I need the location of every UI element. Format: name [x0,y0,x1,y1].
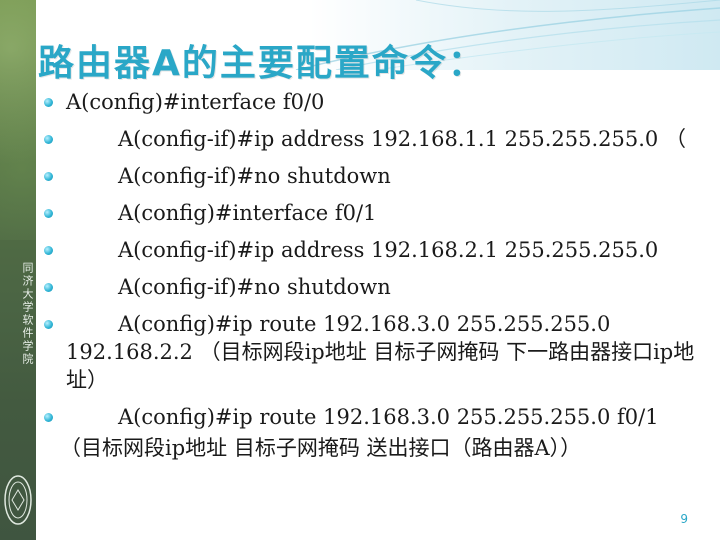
sidebar-photo [0,0,36,240]
command-list: A(config)#interface f0/0 A(config-if)#ip… [44,88,704,462]
slide-title: 路由器A的主要配置命令： [38,43,486,84]
command-line-4: A(config)#interface f0/1 [44,199,704,227]
page-number: 9 [680,512,688,526]
command-text: A(config-if)#no shutdown [118,275,391,299]
command-line-1: A(config)#interface f0/0 [44,88,704,116]
bullet-icon [44,135,53,144]
school-seal-icon [4,475,32,525]
bullet-icon [44,283,53,292]
sidebar: 同济大学软件学院 [0,0,36,540]
command-text: A(config)#ip route 192.168.3.0 255.255.2… [118,405,659,429]
bullet-icon [44,98,53,107]
command-line-5: A(config-if)#ip address 192.168.2.1 255.… [44,236,704,264]
bullet-icon [44,413,53,422]
command-line-2: A(config-if)#ip address 192.168.1.1 255.… [44,125,704,153]
bullet-icon [44,320,53,329]
command-text: A(config-if)#ip address 192.168.1.1 255.… [118,127,686,151]
bullet-icon [44,209,53,218]
bullet-icon [44,172,53,181]
command-line-7: A(config)#ip route 192.168.3.0 255.255.2… [44,310,704,394]
command-text: A(config-if)#ip address 192.168.2.1 255.… [118,238,659,262]
command-line-6: A(config-if)#no shutdown [44,273,704,301]
bullet-icon [44,246,53,255]
school-name: 同济大学软件学院 [21,262,34,366]
command-line-8: A(config)#ip route 192.168.3.0 255.255.2… [44,403,704,431]
command-text: A(config)#interface f0/0 [66,90,325,114]
command-text: A(config-if)#no shutdown [118,164,391,188]
command-text: A(config)#ip route 192.168.3.0 255.255.2… [66,312,695,392]
command-line-3: A(config-if)#no shutdown [44,162,704,190]
command-continuation: （目标网段ip地址 目标子网掩码 送出接口（路由器A）） [60,436,582,460]
command-text: A(config)#interface f0/1 [118,201,377,225]
